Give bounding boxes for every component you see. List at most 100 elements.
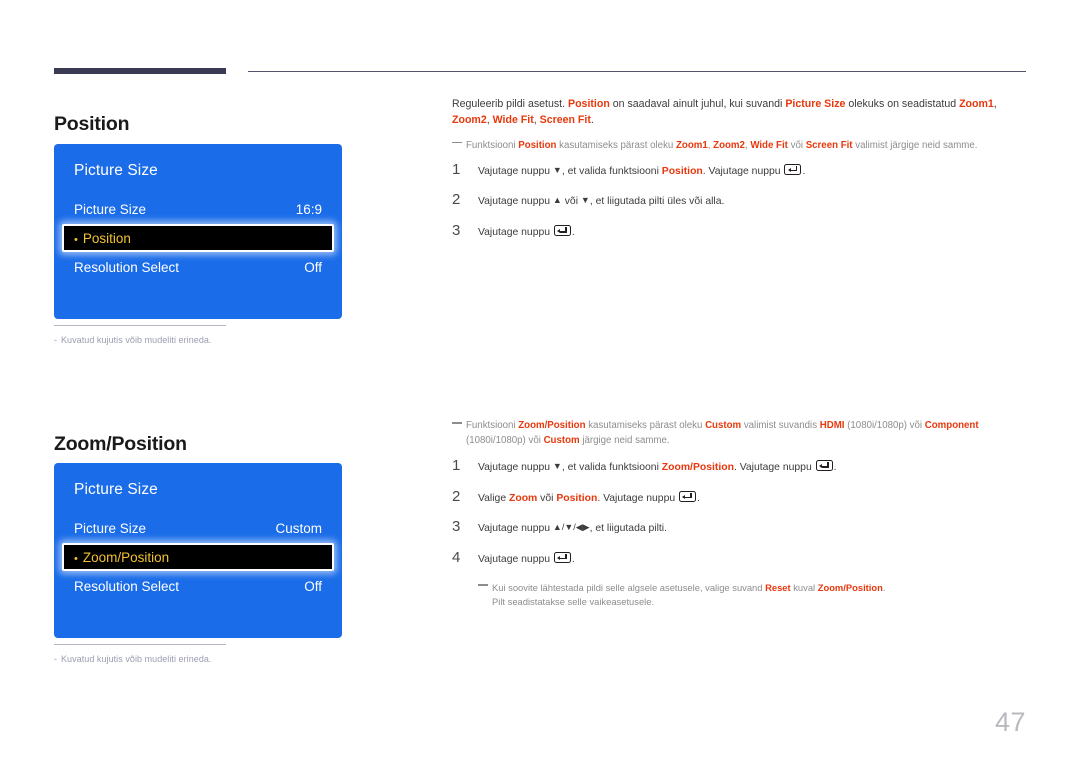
- step-text-part: .: [571, 227, 575, 239]
- arrow-cluster-icon: ▲/▼/◀▶: [552, 522, 590, 533]
- step-text-part: Valige: [478, 492, 509, 504]
- caption-dash: -: [54, 654, 58, 664]
- instructions-column-zoom-position: Funktsiooni Zoom/Position kasutamiseks p…: [452, 418, 1030, 619]
- note-text: Funktsiooni: [466, 139, 519, 151]
- keyword-zoom-position: Zoom/Position: [661, 462, 734, 474]
- step-number: 2: [452, 191, 461, 209]
- caption-rule: [54, 325, 226, 326]
- step-text-part: , et valida funktsiooni: [561, 462, 662, 474]
- osd-row-list: Picture Size Custom • Zoom/Position Resol…: [54, 513, 342, 601]
- step-text-part: .: [802, 165, 806, 177]
- osd-row-resolution-select[interactable]: Resolution Select Off: [54, 571, 342, 601]
- note-text: (1080i/1080p) või: [466, 435, 544, 447]
- note-text: .: [882, 581, 886, 593]
- osd-row-position-selected[interactable]: • Position: [62, 224, 334, 252]
- note-text: (1080i/1080p) või: [844, 420, 925, 431]
- step-text-part: Vajutage nuppu: [478, 227, 553, 239]
- keyword-wide-fit: Wide Fit: [750, 139, 788, 151]
- step-text: Valige Zoom või Position. Vajutage nuppu…: [478, 489, 700, 507]
- note-dash-icon: [452, 422, 462, 424]
- note-text: või: [787, 139, 806, 151]
- section-heading-position: Position: [54, 113, 130, 136]
- osd-row-zoom-position-selected[interactable]: • Zoom/Position: [62, 543, 334, 571]
- header-rule-thin: [248, 71, 1026, 72]
- osd-row-value: 16:9: [295, 201, 322, 217]
- header-rule-thick: [54, 68, 226, 74]
- step-text: Vajutage nuppu ▲/▼/◀▶, et liigutada pilt…: [478, 519, 667, 537]
- step-text-part: Vajutage nuppu: [478, 462, 553, 474]
- step-text: Vajutage nuppu .: [478, 550, 575, 568]
- osd-row-label: Picture Size: [74, 520, 147, 536]
- keyword-zoom2: Zoom2: [713, 139, 745, 151]
- step-text: Vajutage nuppu ▲ või ▼, et liigutada pil…: [478, 192, 724, 210]
- enter-key-icon: [553, 551, 571, 563]
- keyword-position: Position: [556, 492, 598, 504]
- osd-row-resolution-select[interactable]: Resolution Select Off: [54, 252, 342, 282]
- keyword-zoom-position: Zoom/Position: [518, 420, 586, 431]
- intro-paragraph-position: Reguleerib pildi asetust. Position on sa…: [452, 96, 1030, 129]
- step-text-part: . Vajutage nuppu: [733, 462, 815, 474]
- note-text: Funktsiooni: [466, 420, 519, 431]
- step-text-part: , et valida funktsiooni: [561, 165, 662, 177]
- caption-body: Kuvatud kujutis võib mudeliti erineda.: [61, 654, 212, 664]
- step-number: 1: [452, 457, 461, 475]
- intro-text: Reguleerib pildi asetust.: [452, 98, 569, 110]
- caption-text: - Kuvatud kujutis võib mudeliti erineda.: [54, 654, 342, 664]
- keyword-reset: Reset: [765, 581, 791, 593]
- keyword-zoom2: Zoom2: [452, 114, 487, 127]
- step-text-part: , et liigutada pilti üles või alla.: [589, 196, 725, 208]
- intro-text: olekuks on seadistatud: [845, 98, 960, 110]
- osd-row-list: Picture Size 16:9 • Position Resolution S…: [54, 194, 342, 282]
- osd-menu-picture-size-1: Picture Size Picture Size 16:9 • Position…: [54, 144, 342, 319]
- arrow-up-icon: ▲: [552, 195, 562, 206]
- step-text: Vajutage nuppu .: [478, 223, 575, 241]
- step-item: 1 Vajutage nuppu ▼, et valida funktsioon…: [452, 458, 1030, 476]
- step-item: 3 Vajutage nuppu ▲/▼/◀▶, et liigutada pi…: [452, 519, 1030, 537]
- keyword-position: Position: [568, 98, 610, 110]
- osd-row-picture-size[interactable]: Picture Size Custom: [54, 513, 342, 543]
- arrow-down-icon: ▼: [580, 195, 590, 206]
- step-item: 2 Vajutage nuppu ▲ või ▼, et liigutada p…: [452, 192, 1030, 210]
- bullet-icon: •: [74, 233, 78, 246]
- osd-title: Picture Size: [74, 162, 158, 179]
- enter-key-icon: [679, 490, 697, 502]
- osd-row-picture-size[interactable]: Picture Size 16:9: [54, 194, 342, 224]
- osd-row-label: • Position: [74, 231, 131, 246]
- step-number: 3: [452, 518, 461, 536]
- note-text: Kui soovite lähtestada pildi selle algse…: [492, 581, 766, 593]
- keyword-position: Position: [518, 139, 557, 151]
- steps-list-zoom-position: 1 Vajutage nuppu ▼, et valida funktsioon…: [452, 458, 1030, 567]
- keyword-zoom1: Zoom1: [959, 98, 994, 110]
- note-text: valimist suvandis: [741, 420, 820, 431]
- keyword-picture-size: Picture Size: [785, 98, 846, 110]
- enter-key-icon: [815, 460, 833, 472]
- step-text-part: või: [537, 492, 557, 504]
- step-text-part: .: [833, 462, 837, 474]
- osd-row-label: Resolution Select: [74, 578, 180, 594]
- step-text-part: Vajutage nuppu: [478, 165, 553, 177]
- step-text-part: või: [561, 196, 581, 208]
- intro-text: .: [590, 114, 594, 127]
- step-text-part: . Vajutage nuppu: [702, 165, 784, 177]
- osd-row-value: Off: [304, 259, 322, 275]
- osd-row-label: Picture Size: [74, 201, 147, 217]
- step-item: 2 Valige Zoom või Position. Vajutage nup…: [452, 488, 1030, 507]
- step-item: 1 Vajutage nuppu ▼, et valida funktsioon…: [452, 162, 1030, 180]
- caption-text: - Kuvatud kujutis võib mudeliti erineda.: [54, 335, 342, 345]
- step-item: 3 Vajutage nuppu .: [452, 223, 1030, 241]
- step-text-part: .: [571, 553, 575, 565]
- note-text-line2: Pilt seadistatakse selle vaikeasetusele.: [492, 596, 655, 608]
- keyword-custom: Custom: [543, 435, 580, 447]
- step-text-part: , et liigutada pilti.: [589, 523, 667, 535]
- step-number: 3: [452, 222, 461, 240]
- keyword-component: Component: [924, 420, 979, 431]
- keyword-wide-fit: Wide Fit: [492, 114, 534, 127]
- step-number: 4: [452, 548, 461, 566]
- osd-row-label-text: Position: [82, 230, 131, 246]
- note-reset: Kui soovite lähtestada pildi selle algse…: [478, 581, 1030, 610]
- step-number: 1: [452, 160, 461, 178]
- osd-row-label-text: Zoom/Position: [82, 549, 170, 565]
- note-dash-icon: [452, 141, 462, 144]
- arrow-down-icon: ▼: [552, 164, 562, 175]
- keyword-custom: Custom: [705, 420, 742, 431]
